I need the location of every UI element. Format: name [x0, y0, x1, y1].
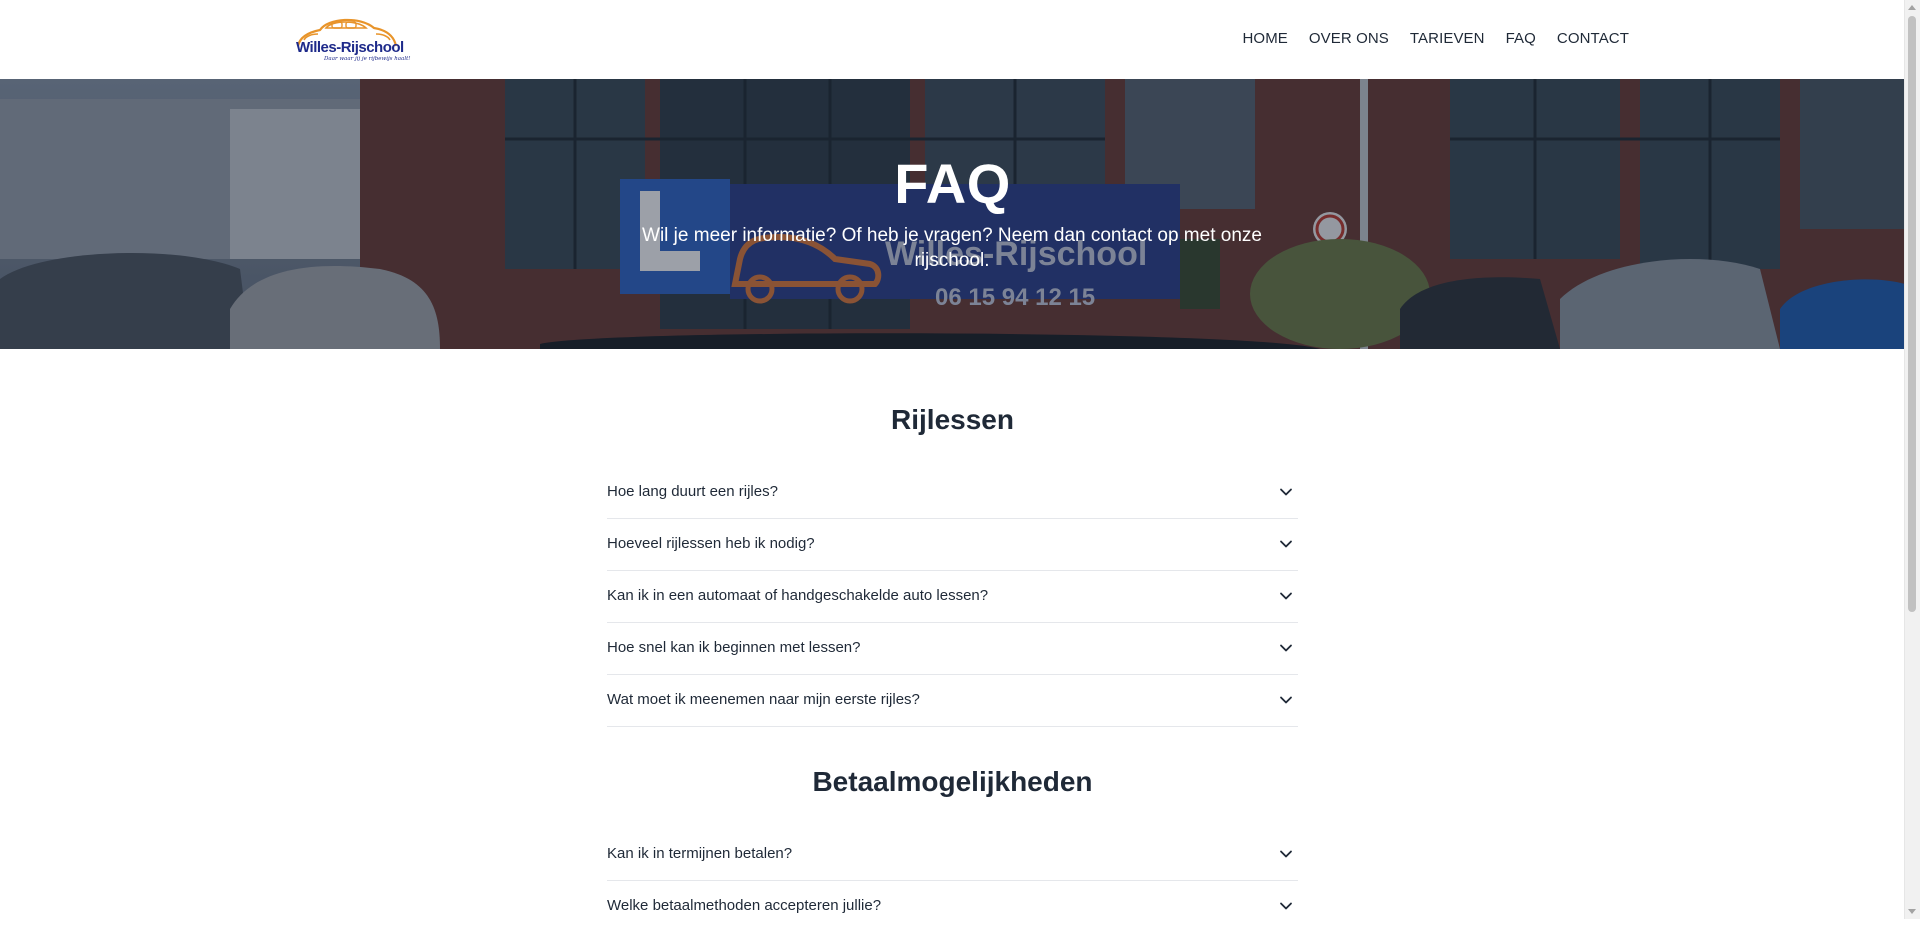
hero-banner: Willes-Rijschool 06 15 94 12 15 FAQ Wil …	[0, 79, 1905, 349]
scroll-up-icon[interactable]	[1908, 5, 1916, 10]
faq-item[interactable]: Wat moet ik meenemen naar mijn eerste ri…	[607, 675, 1298, 727]
faq-question: Wat moet ik meenemen naar mijn eerste ri…	[607, 691, 920, 708]
section-title-betaalmogelijkheden: Betaalmogelijkheden	[812, 766, 1093, 797]
site-header: Willes-Rijschool Daar waar jij je rijbew…	[0, 0, 1905, 80]
scroll-down-icon[interactable]	[1908, 909, 1916, 914]
logo-name: Willes-Rijschool	[296, 39, 404, 56]
hero-subtitle: Wil je meer informatie? Of heb je vragen…	[642, 225, 1262, 271]
faq-question: Kan ik in een automaat of handgeschakeld…	[607, 587, 989, 604]
chevron-down-icon[interactable]	[1279, 641, 1293, 655]
faq-question: Welke betaalmethoden accepteren jullie?	[607, 897, 882, 914]
chevron-down-icon[interactable]	[1279, 847, 1293, 861]
faq-item[interactable]: Hoeveel rijlessen heb ik nodig?	[607, 519, 1298, 571]
faq-item[interactable]: Hoe snel kan ik beginnen met lessen?	[607, 623, 1298, 675]
faq-question: Hoe snel kan ik beginnen met lessen?	[607, 639, 861, 656]
page-title: FAQ	[894, 152, 1011, 215]
chevron-down-icon[interactable]	[1279, 485, 1293, 499]
faq-item[interactable]: Kan ik in termijnen betalen?	[607, 829, 1298, 881]
nav-over-ons[interactable]: OVER ONS	[1309, 30, 1389, 47]
chevron-down-icon[interactable]	[1279, 693, 1293, 707]
faq-question: Kan ik in termijnen betalen?	[607, 845, 793, 862]
nav-home[interactable]: HOME	[1243, 30, 1288, 47]
faq-item[interactable]: Kan ik in een automaat of handgeschakeld…	[607, 571, 1298, 623]
site-logo[interactable]: Willes-Rijschool Daar waar jij je rijbew…	[290, 10, 411, 66]
chevron-down-icon[interactable]	[1279, 537, 1293, 551]
nav-contact[interactable]: CONTACT	[1557, 30, 1629, 47]
main-nav: HOME OVER ONS TARIEVEN FAQ CONTACT	[1243, 30, 1630, 47]
faq-item[interactable]: Welke betaalmethoden accepteren jullie?	[607, 881, 1298, 932]
nav-faq[interactable]: FAQ	[1506, 30, 1536, 47]
chevron-down-icon[interactable]	[1279, 899, 1293, 913]
scrollbar-thumb[interactable]	[1908, 16, 1916, 612]
nav-tarieven[interactable]: TARIEVEN	[1410, 30, 1485, 47]
logo-tagline: Daar waar jij je rijbewijs haalt!	[324, 56, 411, 62]
faq-list-rijlessen: Hoe lang duurt een rijles? Hoeveel rijle…	[607, 467, 1298, 727]
chevron-down-icon[interactable]	[1279, 589, 1293, 603]
section-title-rijlessen: Rijlessen	[891, 404, 1014, 435]
page-scrollbar[interactable]	[1904, 0, 1920, 919]
faq-list-betaalmogelijkheden: Kan ik in termijnen betalen? Welke betaa…	[607, 829, 1298, 932]
faq-question: Hoe lang duurt een rijles?	[607, 483, 778, 500]
faq-item[interactable]: Hoe lang duurt een rijles?	[607, 467, 1298, 519]
faq-question: Hoeveel rijlessen heb ik nodig?	[607, 535, 815, 552]
